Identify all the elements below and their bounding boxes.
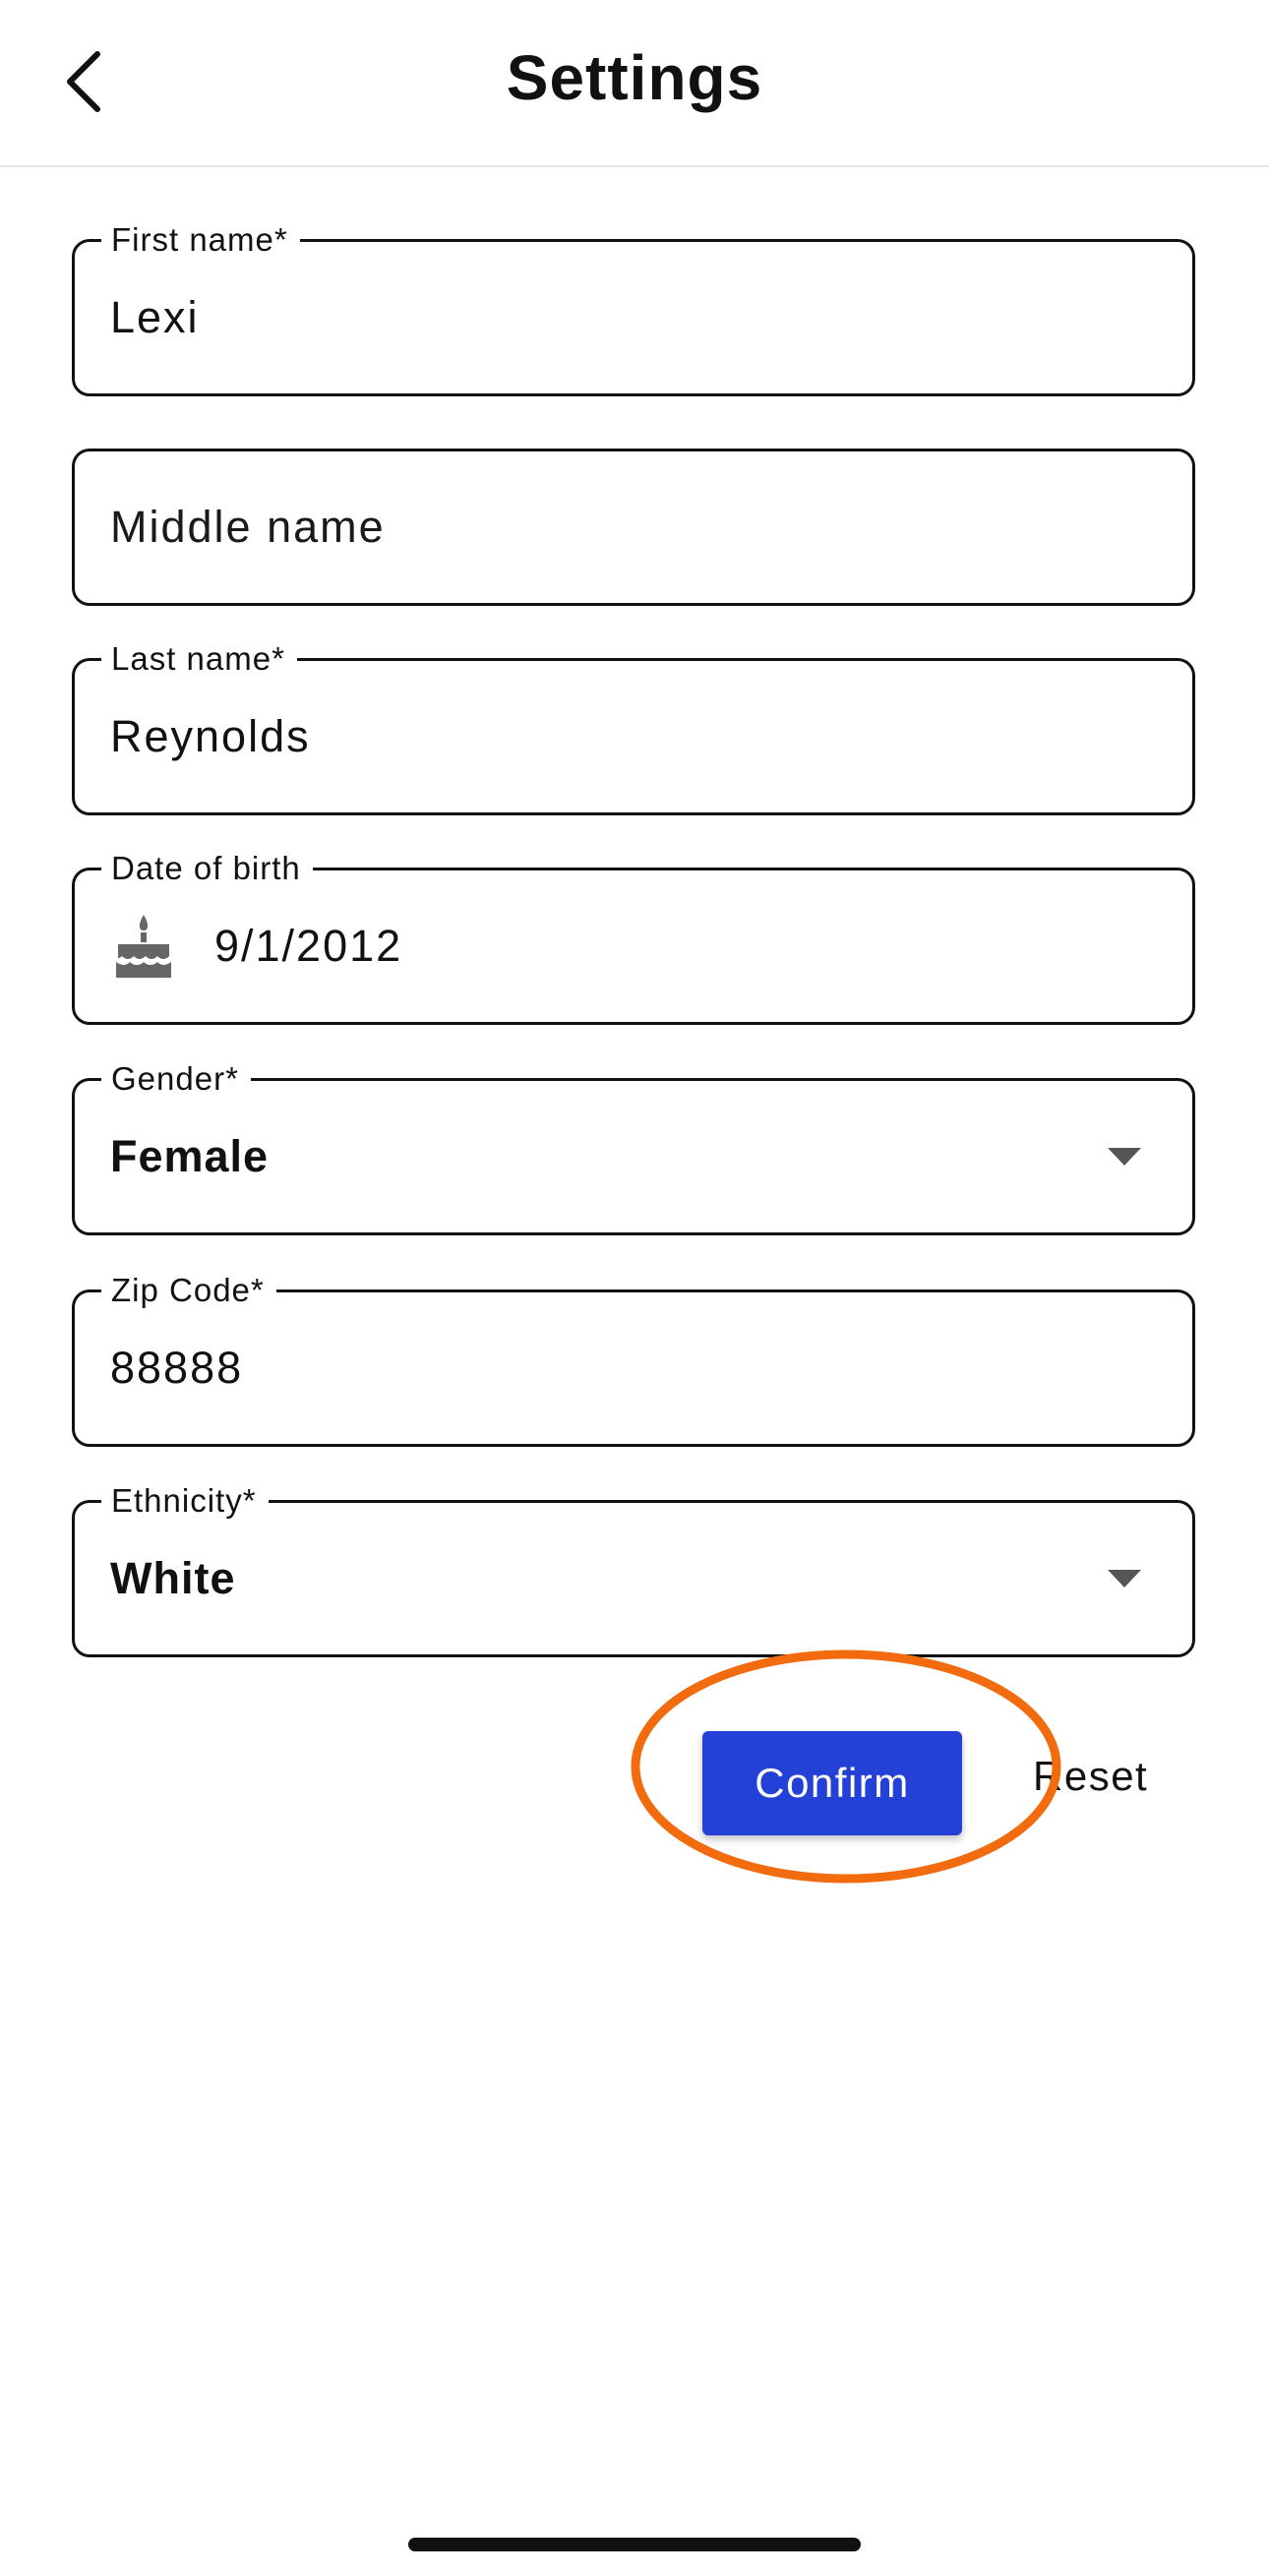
middle-name-placeholder: Middle name [110,502,386,552]
dropdown-arrow-icon[interactable] [1108,1570,1141,1588]
zip-code-field[interactable]: Zip Code* 88888 [72,1271,1195,1447]
last-name-label: Last name* [101,639,297,679]
ethnicity-value: White [110,1553,236,1603]
zip-code-label: Zip Code* [101,1271,276,1310]
first-name-label: First name* [101,220,300,260]
dropdown-arrow-icon[interactable] [1108,1148,1141,1166]
header-bar: Settings [0,0,1269,167]
zip-code-value: 88888 [110,1343,244,1393]
ethnicity-select[interactable]: Ethnicity* White [72,1481,1195,1657]
settings-screen: Settings First name* Lexi Middle name La… [0,0,1269,2576]
date-of-birth-value: 9/1/2012 [214,921,403,971]
first-name-field[interactable]: First name* Lexi [72,220,1195,396]
birthday-cake-icon [116,915,171,978]
gender-select[interactable]: Gender* Female [72,1059,1195,1235]
date-of-birth-label: Date of birth [101,849,313,888]
gender-value: Female [110,1131,270,1181]
first-name-value: Lexi [110,292,200,342]
confirm-button[interactable]: Confirm [702,1731,962,1835]
page-title: Settings [506,42,763,113]
home-indicator[interactable] [408,2538,861,2551]
last-name-field[interactable]: Last name* Reynolds [72,639,1195,815]
reset-button[interactable]: Reset [1033,1753,1148,1800]
last-name-value: Reynolds [110,711,311,761]
ethnicity-label: Ethnicity* [101,1481,269,1521]
gender-label: Gender* [101,1059,251,1099]
date-of-birth-field[interactable]: Date of birth 9/1/2012 [72,849,1195,1025]
middle-name-field[interactable]: Middle name [72,449,1195,606]
